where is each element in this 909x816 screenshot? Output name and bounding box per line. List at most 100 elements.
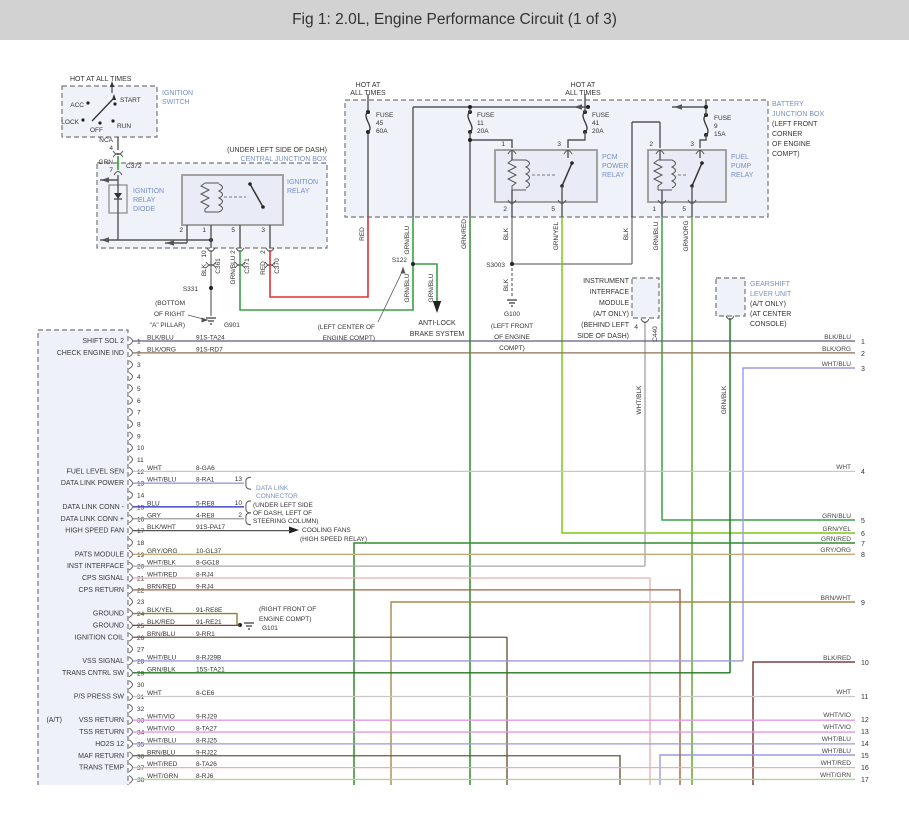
anti-lock-brake-label: BRAKE SYSTEM: [410, 331, 465, 338]
data-link-connector-label: OF DASH, LEFT OF: [253, 510, 312, 517]
pin-number: 8: [137, 421, 141, 428]
edge-wire-color: GRN/BLU: [822, 513, 851, 520]
relay-pin-number: 2: [503, 206, 507, 213]
battery-junction-box-label: BATTERY: [772, 101, 804, 108]
pin-function-label: CPS RETURN: [78, 587, 124, 594]
instrument-interface-module-label: (BEHIND LEFT: [581, 322, 630, 329]
pin-number: 21: [137, 576, 145, 583]
pin-function-label: GROUND: [93, 611, 124, 618]
pin-number: 5: [137, 386, 141, 393]
arrow-icon: [289, 527, 299, 534]
instrument-interface-module-label: SIDE OF DASH): [577, 333, 629, 340]
edge-wire-number: 5: [861, 518, 865, 525]
pin-number: 16: [137, 516, 145, 523]
cooling-fans-label: COOLING FANS: [302, 527, 351, 534]
pin-function-label: SHIFT SOL 2: [82, 338, 124, 345]
edge-wire-color: BLK/ORG: [822, 346, 851, 353]
pin-number: 32: [137, 706, 145, 713]
relay-pin-number: 5: [551, 206, 555, 213]
wire-label: 4: [109, 145, 113, 152]
switch-position-label: LOCK: [61, 119, 79, 126]
relay-pin-number: 3: [261, 227, 265, 234]
splice-dot: [468, 105, 472, 109]
connector-label: C361: [215, 258, 222, 274]
wire-color-label: BLK: [503, 227, 510, 240]
edge-wire-color: WHT/BLU: [822, 748, 852, 755]
relay-pin-number: 3: [557, 141, 561, 148]
battery-junction-box-label: COMPT): [772, 151, 800, 158]
wire-color-label: WHT/BLK: [636, 385, 643, 415]
pin-bracket-icon: [129, 467, 133, 475]
switch-position-label: START: [120, 97, 141, 104]
wire-gauge-label: 10: [201, 250, 208, 258]
edge-wire-number: 11: [861, 694, 868, 701]
ignition-switch-label: SWITCH: [162, 99, 190, 106]
wire-gauge-label: 2: [260, 250, 267, 254]
pin-number: 9: [137, 433, 141, 440]
location-label: (BOTTOM: [155, 300, 185, 307]
pin-bracket-icon: [129, 716, 133, 724]
edge-wire-number: 17: [861, 777, 869, 784]
data-link-connector-label: STEERING COLUMN): [253, 518, 318, 525]
dlc-bracket-icon: [246, 477, 251, 489]
edge-wire-number: 10: [861, 660, 869, 667]
pin-function-label: TRANS TEMP: [79, 765, 124, 772]
splice-dot: [248, 182, 252, 186]
pin-bracket-icon: [129, 444, 133, 452]
hot-at-all-times-label: HOT AT: [571, 82, 596, 89]
pin-number: 7: [137, 410, 141, 417]
fuse-label: 9: [714, 123, 718, 130]
pin-bracket-icon: [129, 420, 133, 428]
anti-lock-brake-label: ANTI-LOCK: [418, 320, 456, 327]
wire-label: 7: [109, 167, 113, 174]
edge-wire-number: 9: [861, 600, 865, 607]
splice-dot: [261, 205, 265, 209]
gearshift-lever-unit-box: [716, 278, 745, 316]
wire-label: NCA: [99, 137, 113, 144]
relay-pin-number: 1: [652, 206, 656, 213]
ignition-relay-label: IGNITION: [287, 179, 318, 186]
hot-at-all-times-label: ALL TIMES: [350, 90, 386, 97]
fuse-label: 11: [477, 120, 484, 127]
splice-dot: [411, 262, 415, 266]
location-label: OF RIGHT: [154, 311, 185, 318]
pin-bracket-icon: [129, 384, 133, 392]
fuse-label: 15A: [714, 131, 726, 138]
wire-color-label: GRN/YEL: [553, 221, 560, 250]
pin-bracket-icon: [129, 337, 133, 345]
gearshift-lever-unit-label: LEVER UNIT: [750, 291, 792, 298]
splice-label: S122: [392, 257, 408, 264]
pin-number: 13: [137, 481, 145, 488]
edge-wire-number: 7: [861, 541, 865, 548]
location-label: COMPT): [499, 345, 525, 352]
edge-wire-number: 12: [861, 717, 869, 724]
fuel-pump-relay-label: RELAY: [731, 172, 754, 179]
pin-function-label: TRANS CNTRL SW: [62, 670, 124, 677]
wire-color-label: GRN/ORG: [683, 220, 690, 251]
fuse-label: 20A: [592, 128, 604, 135]
pcm-power-relay-box: [495, 150, 597, 202]
pin-bracket-icon: [129, 633, 133, 641]
instrument-interface-module-label: (A/T ONLY): [593, 311, 629, 318]
pin-number: 28: [137, 658, 145, 665]
fuse-label: 41: [592, 120, 600, 127]
pin-bracket-icon: [129, 669, 133, 677]
edge-wire-color: WHT/GRN: [820, 772, 851, 779]
splice-label: S3003: [486, 262, 505, 269]
wire-color-label: GRN/BLU: [653, 221, 660, 250]
pin-bracket-icon: [129, 349, 133, 357]
fuse-label: FUSE: [376, 112, 394, 119]
pin-bracket-icon: [129, 408, 133, 416]
splice-dot: [510, 262, 514, 266]
central-junction-box-label: CENTRAL JUNCTION BOX: [241, 156, 328, 163]
wire-color-label: GRN/BLU: [428, 273, 435, 302]
pin-number: 27: [137, 647, 145, 654]
edge-wire-number: 6: [861, 531, 865, 538]
pin-function-label: DATA LINK CONN -: [62, 504, 124, 511]
wire-gauge-label: 2: [230, 250, 237, 254]
edge-wire-number: 14: [861, 741, 869, 748]
switch-position-label: OFF: [90, 127, 103, 134]
hot-at-all-times-label: HOT AT ALL TIMES: [70, 76, 132, 83]
switch-position-label: ACC: [70, 102, 84, 109]
splice-dot: [468, 138, 472, 142]
